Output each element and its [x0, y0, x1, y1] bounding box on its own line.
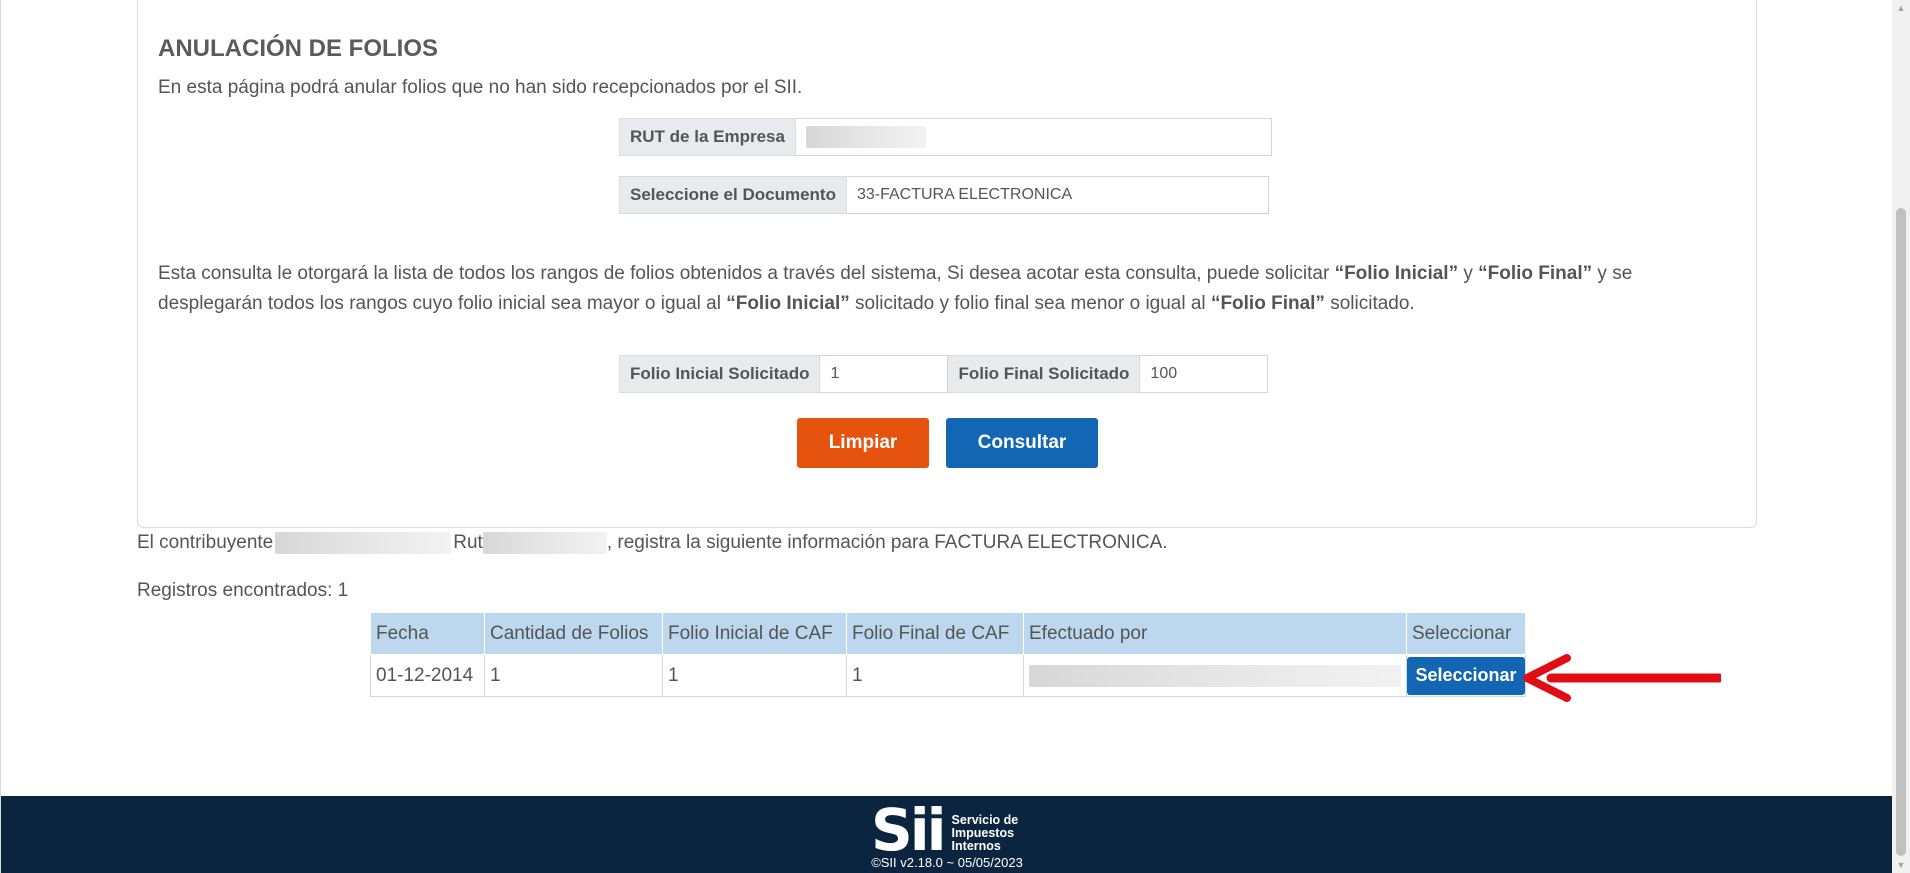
info-part4: solicitado y folio final sea menor o igu… — [849, 293, 1211, 314]
contributor-prefix: El contribuyente — [137, 532, 274, 553]
annotation-arrow-icon — [1523, 654, 1721, 702]
cell-efectuado-por — [1023, 654, 1407, 697]
info-part1: Esta consulta le otorgará la lista de to… — [158, 263, 1335, 284]
logo-text-line3: Internos — [951, 839, 1001, 853]
footer: Sii Servicio de Impuestos Internos ©SII … — [1, 796, 1893, 873]
rut-row: RUT de la Empresa — [619, 118, 1272, 156]
info-part5: solicitado. — [1324, 293, 1415, 314]
scroll-thumb[interactable] — [1896, 208, 1906, 856]
redacted-efectuado-por — [1029, 664, 1401, 687]
cell-folio-inicial: 1 — [662, 654, 847, 697]
redacted-contributor-rut — [482, 532, 607, 554]
scroll-down-icon[interactable]: ▼ — [1892, 857, 1910, 873]
results-table: Fecha Cantidad de Folios Folio Inicial d… — [370, 612, 1526, 697]
info-part2: y — [1458, 263, 1479, 284]
vertical-scrollbar[interactable]: ▲ ▼ — [1892, 0, 1910, 873]
sii-logo: Sii Servicio de Impuestos Internos — [871, 796, 1019, 864]
page-subtitle: En esta página podrá anular folios que n… — [158, 77, 803, 98]
redacted-rut — [805, 126, 926, 148]
folio-inicial-input[interactable]: 1 — [820, 355, 949, 393]
header-efectuado-por: Efectuado por — [1023, 612, 1407, 655]
info-bold-folio-final: “Folio Final” — [1478, 263, 1593, 284]
redacted-contributor-name — [275, 532, 452, 554]
table-row: 01-12-2014 1 1 1 Seleccionar — [370, 654, 1526, 697]
contributor-info-line: El contribuyente Rut , registra la sigui… — [137, 532, 1168, 554]
cell-fecha: 01-12-2014 — [370, 654, 485, 697]
info-bold-folio-inicial-2: “Folio Inicial” — [726, 293, 850, 314]
cell-seleccionar: Seleccionar — [1406, 654, 1526, 697]
records-found: Registros encontrados: 1 — [137, 580, 349, 601]
cell-folio-final: 1 — [846, 654, 1024, 697]
sii-logo-text: Servicio de Impuestos Internos — [952, 814, 1019, 853]
table-header-row: Fecha Cantidad de Folios Folio Inicial d… — [370, 612, 1526, 655]
document-row: Seleccione el Documento 33-FACTURA ELECT… — [619, 176, 1269, 214]
page: ANULACIÓN DE FOLIOS En esta página podrá… — [0, 0, 1893, 873]
document-select[interactable]: 33-FACTURA ELECTRONICA — [846, 176, 1269, 214]
folio-inicial-label: Folio Inicial Solicitado — [619, 355, 821, 393]
contributor-suffix: , registra la siguiente información para… — [606, 532, 1168, 553]
scroll-up-icon[interactable]: ▲ — [1892, 0, 1910, 16]
header-folio-final: Folio Final de CAF — [846, 612, 1024, 655]
select-button[interactable]: Seleccionar — [1407, 656, 1525, 695]
folio-final-label: Folio Final Solicitado — [948, 355, 1141, 393]
query-info-text: Esta consulta le otorgará la lista de to… — [158, 259, 1738, 319]
query-button[interactable]: Consultar — [946, 418, 1098, 468]
footer-version: ©SII v2.18.0 ~ 05/05/2023 — [871, 855, 1023, 870]
header-fecha: Fecha — [370, 612, 485, 655]
rut-prefix: Rut — [453, 532, 483, 553]
header-folio-inicial: Folio Inicial de CAF — [662, 612, 847, 655]
info-bold-folio-inicial: “Folio Inicial” — [1334, 263, 1459, 284]
folio-range-row: Folio Inicial Solicitado 1 Folio Final S… — [619, 355, 1269, 393]
page-title: ANULACIÓN DE FOLIOS — [158, 35, 438, 62]
sii-logo-mark: Sii — [871, 796, 947, 864]
rut-field[interactable] — [795, 118, 1272, 156]
info-bold-folio-final-2: “Folio Final” — [1210, 293, 1325, 314]
clear-button[interactable]: Limpiar — [797, 418, 929, 468]
document-label: Seleccione el Documento — [619, 176, 847, 214]
rut-label: RUT de la Empresa — [619, 118, 796, 156]
header-seleccionar: Seleccionar — [1406, 612, 1526, 655]
cell-cantidad: 1 — [484, 654, 663, 697]
header-cantidad: Cantidad de Folios — [484, 612, 663, 655]
folio-final-input[interactable]: 100 — [1140, 355, 1269, 393]
folio-annulment-panel: ANULACIÓN DE FOLIOS En esta página podrá… — [137, 0, 1757, 528]
